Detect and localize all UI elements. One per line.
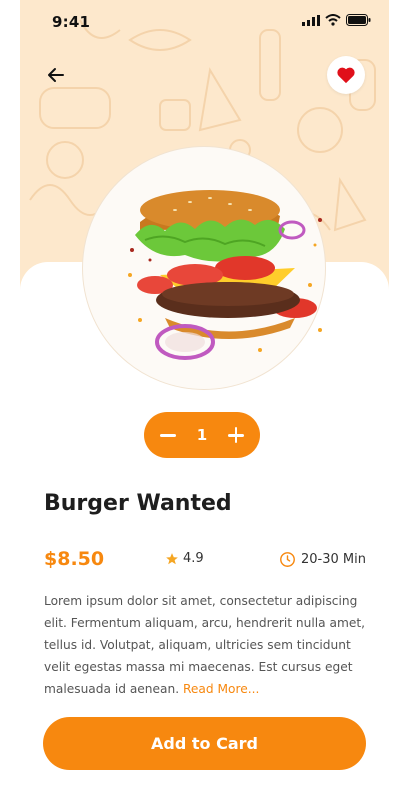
product-detail-screen: 9:41 1 Burger Wanted $8.50 4.9 20-30 Min… [20, 0, 389, 800]
star-icon [166, 552, 178, 564]
read-more-link[interactable]: Read More... [183, 682, 259, 696]
delivery-time-value: 20-30 Min [301, 552, 366, 567]
product-price: $8.50 [44, 548, 105, 570]
burger-image [128, 190, 322, 360]
battery-icon [346, 14, 371, 26]
favorite-button[interactable] [327, 56, 365, 94]
signal-icon [302, 14, 320, 26]
description-text: Lorem ipsum dolor sit amet, consectetur … [44, 594, 365, 696]
quantity-stepper: 1 [144, 412, 260, 458]
product-rating: 4.9 [165, 551, 204, 566]
quantity-value: 1 [196, 426, 208, 444]
clock-icon [280, 552, 295, 567]
status-icons [302, 14, 371, 26]
decrease-quantity-button[interactable] [158, 425, 178, 445]
back-button[interactable] [44, 63, 68, 87]
product-title: Burger Wanted [44, 491, 232, 516]
delivery-time: 20-30 Min [279, 551, 366, 568]
arrow-left-icon [48, 68, 64, 82]
product-meta: $8.50 4.9 20-30 Min [44, 548, 366, 572]
rating-value: 4.9 [183, 551, 204, 566]
add-to-cart-button[interactable]: Add to Card [43, 717, 366, 770]
product-description: Lorem ipsum dolor sit amet, consectetur … [44, 590, 366, 700]
increase-quantity-button[interactable] [226, 425, 246, 445]
heart-icon [337, 67, 355, 84]
status-time: 9:41 [52, 13, 91, 31]
wifi-icon [325, 14, 341, 26]
